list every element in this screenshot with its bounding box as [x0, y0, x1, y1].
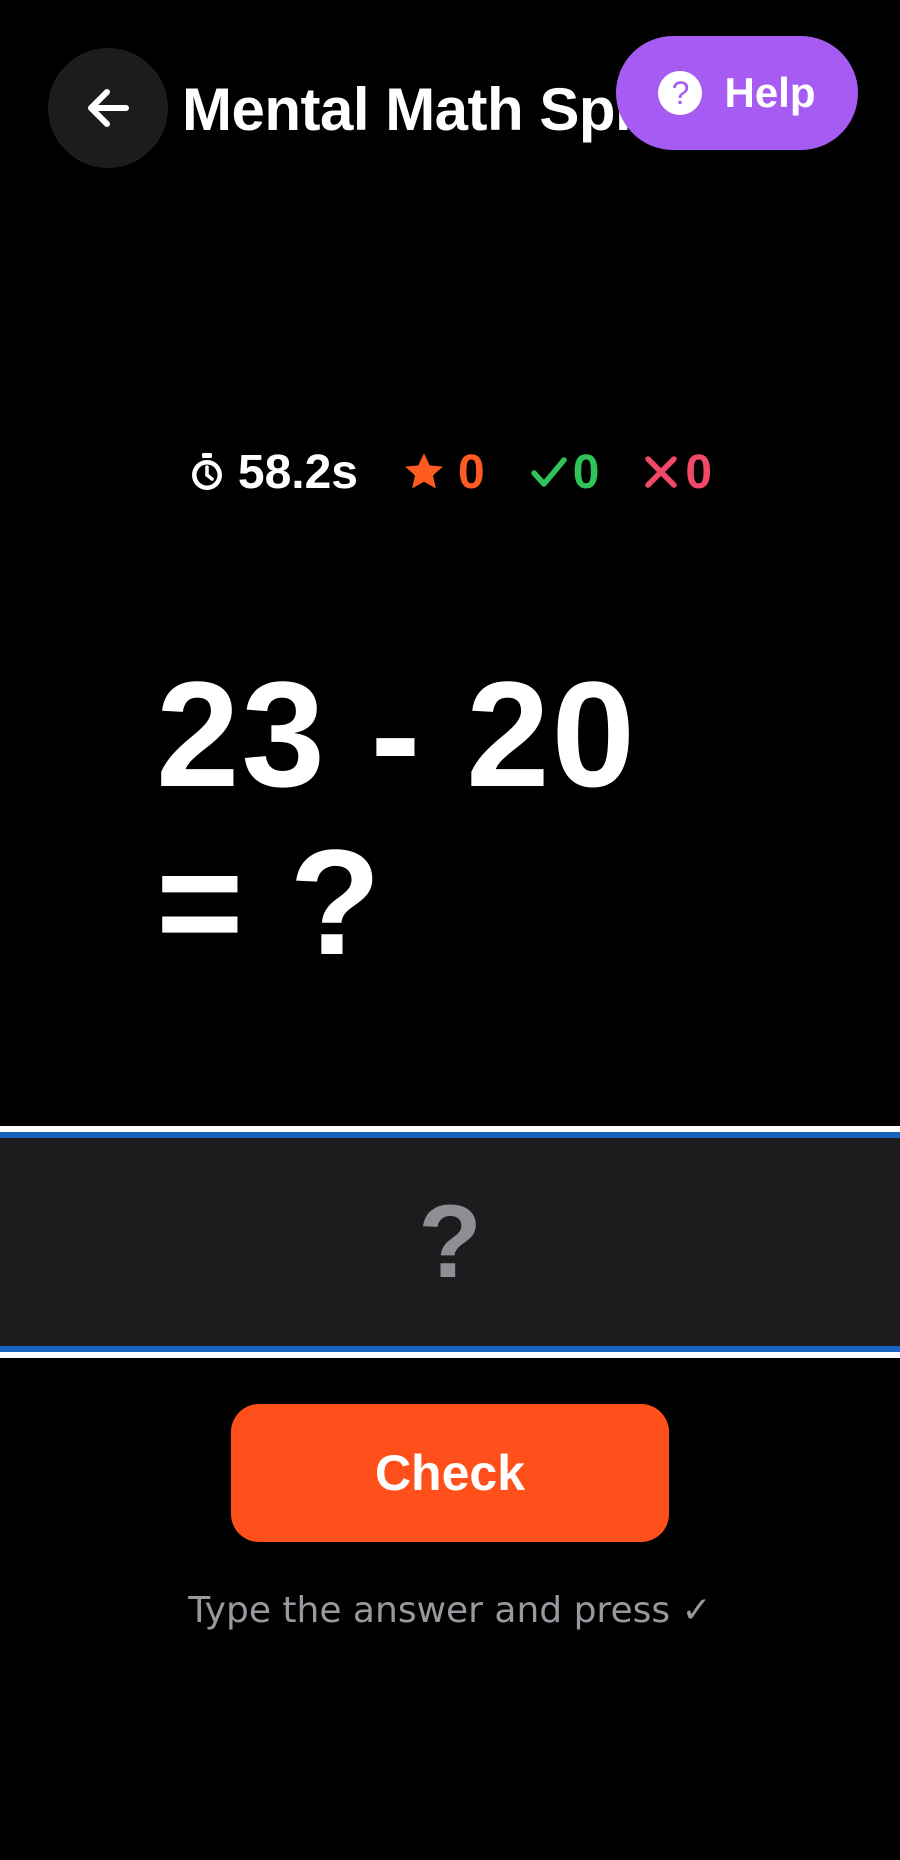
score-stat: 0 [402, 445, 485, 500]
timer-stat: 58.2s [188, 445, 358, 500]
stopwatch-icon [191, 453, 222, 490]
hint-text: Type the answer and press ✓ [188, 1590, 712, 1631]
help-icon-glyph: ? [671, 75, 690, 111]
help-button-label: Help [724, 69, 816, 116]
star-icon [405, 453, 443, 489]
check-button[interactable]: Check [231, 1404, 669, 1542]
correct-value: 0 [572, 445, 600, 499]
correct-stat: 0 [529, 445, 600, 500]
score-value: 0 [458, 445, 485, 499]
timer-value: 58.2s [237, 445, 358, 499]
wrong-stat: 0 [643, 445, 712, 500]
checkmark-icon [530, 457, 567, 487]
math-problem: 23 - 20 = ? [156, 650, 776, 986]
help-button[interactable]: ? Help [616, 36, 858, 150]
wrong-value: 0 [685, 445, 713, 499]
problem-equals: = ? [156, 818, 383, 986]
app-screen: Mental Math Sprint ? Help 58.2s 0 0 0 23… [0, 0, 900, 1860]
problem-expression: 23 - 20 [156, 650, 637, 818]
back-button[interactable] [48, 48, 168, 168]
arrow-left-icon [88, 89, 129, 127]
answer-field[interactable] [0, 1132, 900, 1352]
cross-icon [645, 456, 678, 488]
stats-row: 58.2s 0 0 0 [0, 440, 900, 504]
question-circle-icon: ? [658, 71, 703, 115]
answer-input[interactable] [0, 1137, 900, 1347]
